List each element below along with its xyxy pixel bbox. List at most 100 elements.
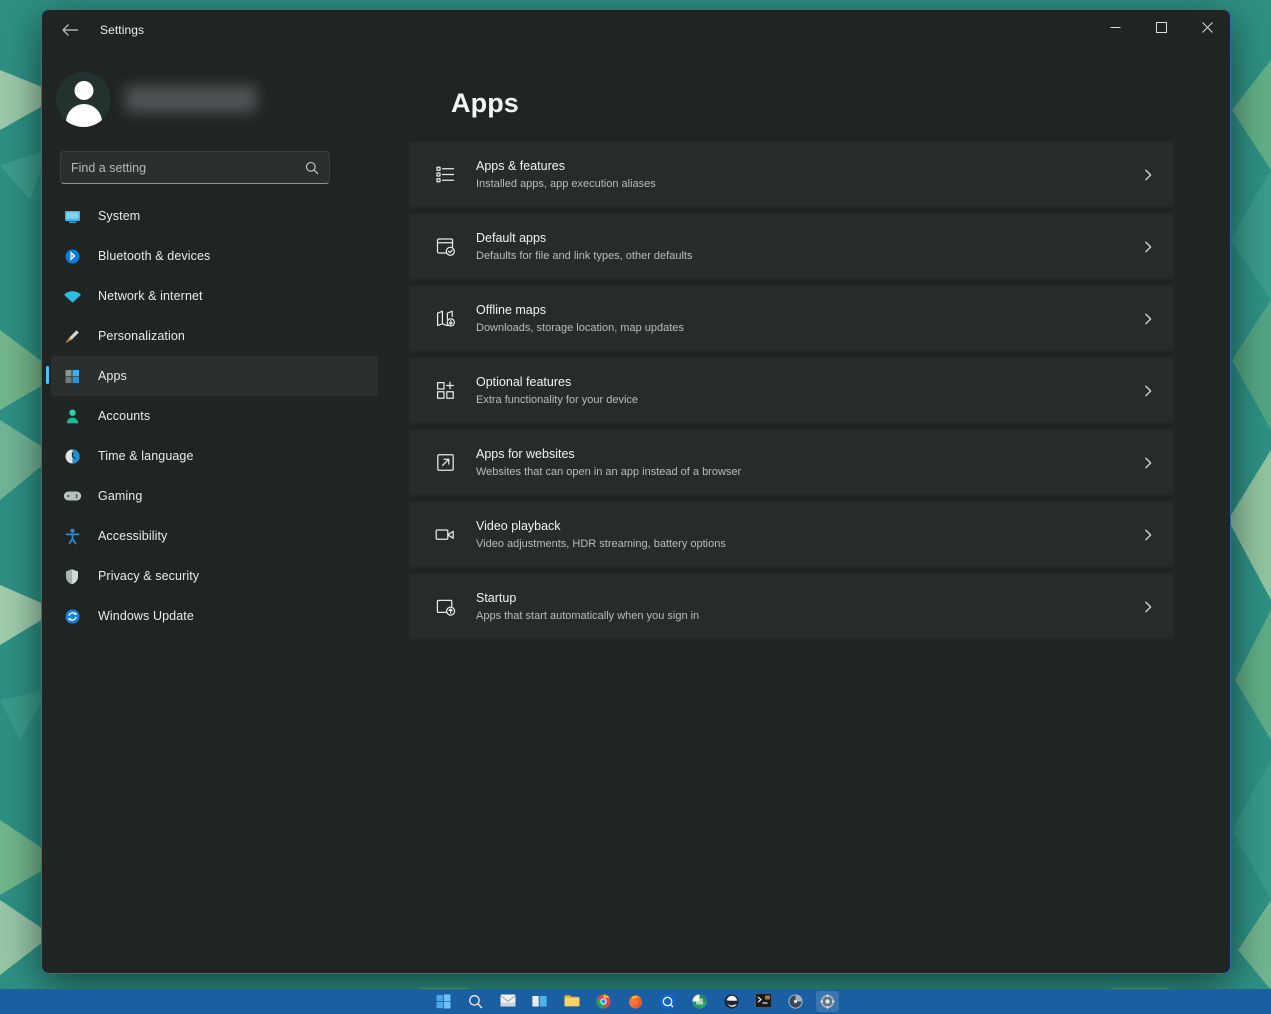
terminal-icon bbox=[755, 993, 772, 1010]
video-camera-icon bbox=[425, 524, 465, 545]
back-button[interactable] bbox=[53, 15, 87, 45]
sidebar-item-label: Time & language bbox=[98, 449, 194, 463]
chrome-icon bbox=[595, 993, 612, 1010]
sidebar-item-label: Bluetooth & devices bbox=[98, 249, 211, 263]
excel-taskbar-button[interactable] bbox=[688, 991, 711, 1012]
settings-card-apps-for-websites[interactable]: Apps for websites Websites that can open … bbox=[409, 430, 1174, 495]
sidebar-item-label: Accessibility bbox=[98, 529, 168, 543]
sidebar: System Bluetooth & devices Network & inter… bbox=[42, 50, 387, 973]
maximize-button[interactable] bbox=[1138, 10, 1184, 44]
sidebar-item-windows-update[interactable]: Windows Update bbox=[51, 596, 378, 636]
sidebar-nav-list: System Bluetooth & devices Network & inter… bbox=[42, 196, 387, 636]
wifi-icon bbox=[62, 286, 82, 306]
widgets-icon bbox=[531, 994, 548, 1010]
account-name-redacted bbox=[125, 86, 257, 112]
settings-taskbar-button[interactable] bbox=[816, 991, 839, 1012]
widgets-taskbar-button[interactable] bbox=[528, 991, 551, 1012]
sidebar-item-gaming[interactable]: Gaming bbox=[51, 476, 378, 516]
card-title: Apps for websites bbox=[476, 446, 575, 461]
sidebar-item-accessibility[interactable]: Accessibility bbox=[51, 516, 378, 556]
settings-card-optional-features[interactable]: Optional features Extra functionality for… bbox=[409, 358, 1174, 423]
file-explorer-taskbar-button[interactable] bbox=[560, 991, 583, 1012]
apps-grid-icon bbox=[62, 366, 82, 386]
settings-window: Settings Find a setting System Bluetooth… bbox=[41, 9, 1231, 974]
search-input[interactable] bbox=[71, 160, 305, 175]
edge-taskbar-button[interactable] bbox=[720, 991, 743, 1012]
windows-logo-icon bbox=[436, 993, 452, 1010]
back-arrow-icon bbox=[62, 24, 78, 36]
search-box[interactable] bbox=[60, 151, 330, 184]
start-button[interactable] bbox=[432, 991, 455, 1012]
monitor-icon bbox=[62, 206, 82, 226]
card-subtitle: Apps that start automatically when you s… bbox=[476, 609, 700, 622]
search-taskbar-button[interactable] bbox=[464, 991, 487, 1012]
card-title: Optional features bbox=[476, 374, 572, 389]
account-row[interactable] bbox=[42, 67, 387, 131]
paintbrush-icon bbox=[62, 326, 82, 346]
chevron-right-icon[interactable] bbox=[1136, 528, 1160, 542]
edge-dark-icon bbox=[724, 994, 740, 1010]
card-title: Startup bbox=[476, 590, 517, 605]
sidebar-item-bluetooth-devices[interactable]: Bluetooth & devices bbox=[51, 236, 378, 276]
close-button[interactable] bbox=[1184, 10, 1230, 44]
refresh-icon bbox=[62, 606, 82, 626]
search-icon bbox=[305, 161, 319, 175]
page-title: Apps bbox=[451, 88, 519, 118]
sidebar-item-time-language[interactable]: Time & language bbox=[51, 436, 378, 476]
startup-icon bbox=[425, 596, 465, 617]
card-subtitle: Extra functionality for your device bbox=[476, 393, 639, 406]
taskbar bbox=[0, 989, 1271, 1014]
settings-gear-icon bbox=[819, 993, 836, 1010]
sidebar-item-system[interactable]: System bbox=[51, 196, 378, 236]
window-controls bbox=[1092, 10, 1230, 50]
card-title: Offline maps bbox=[476, 302, 546, 317]
firefox-taskbar-button[interactable] bbox=[624, 991, 647, 1012]
cortana-taskbar-button[interactable] bbox=[656, 991, 679, 1012]
close-icon bbox=[1201, 21, 1213, 33]
sidebar-item-label: Network & internet bbox=[98, 289, 203, 303]
chevron-right-icon[interactable] bbox=[1136, 240, 1160, 254]
settings-card-default-apps[interactable]: Default apps Defaults for file and link t… bbox=[409, 214, 1174, 279]
person-icon bbox=[62, 406, 82, 426]
card-subtitle: Defaults for file and link types, other … bbox=[476, 249, 693, 262]
media-taskbar-button[interactable] bbox=[784, 991, 807, 1012]
settings-card-apps-features[interactable]: Apps & features Installed apps, app execu… bbox=[409, 142, 1174, 207]
chevron-right-icon[interactable] bbox=[1136, 456, 1160, 470]
terminal-taskbar-button[interactable] bbox=[752, 991, 775, 1012]
chevron-right-icon[interactable] bbox=[1136, 600, 1160, 614]
sidebar-item-accounts[interactable]: Accounts bbox=[51, 396, 378, 436]
list-icon bbox=[425, 164, 465, 185]
settings-card-startup[interactable]: Startup Apps that start automatically whe… bbox=[409, 574, 1174, 639]
avatar bbox=[56, 71, 111, 127]
card-text: Apps & features Installed apps, app execu… bbox=[465, 157, 1136, 193]
card-subtitle: Websites that can open in an app instead… bbox=[476, 465, 742, 478]
chevron-right-icon[interactable] bbox=[1136, 384, 1160, 398]
external-link-icon bbox=[425, 452, 465, 473]
settings-card-offline-maps[interactable]: Offline maps Downloads, storage location,… bbox=[409, 286, 1174, 351]
chevron-right-icon[interactable] bbox=[1136, 168, 1160, 182]
search-circle-icon bbox=[468, 994, 484, 1010]
card-title: Apps & features bbox=[476, 158, 565, 173]
sidebar-item-apps[interactable]: Apps bbox=[46, 356, 378, 396]
minimize-button[interactable] bbox=[1092, 10, 1138, 44]
card-text: Startup Apps that start automatically whe… bbox=[465, 589, 1136, 625]
settings-card-video-playback[interactable]: Video playback Video adjustments, HDR str… bbox=[409, 502, 1174, 567]
card-text: Optional features Extra functionality for… bbox=[465, 373, 1136, 409]
sidebar-item-label: Gaming bbox=[98, 489, 143, 503]
card-title: Video playback bbox=[476, 518, 561, 533]
avatar-head bbox=[74, 80, 93, 100]
map-download-icon bbox=[425, 308, 465, 329]
card-title: Default apps bbox=[476, 230, 547, 245]
sidebar-item-personalization[interactable]: Personalization bbox=[51, 316, 378, 356]
sidebar-item-label: Personalization bbox=[98, 329, 185, 343]
sidebar-item-network-internet[interactable]: Network & internet bbox=[51, 276, 378, 316]
chevron-right-icon[interactable] bbox=[1136, 312, 1160, 326]
card-text: Apps for websites Websites that can open … bbox=[465, 445, 1136, 481]
sidebar-item-label: System bbox=[98, 209, 141, 223]
sidebar-item-privacy-security[interactable]: Privacy & security bbox=[51, 556, 378, 596]
title-bar: Settings bbox=[42, 10, 1230, 50]
mail-taskbar-button[interactable] bbox=[496, 991, 519, 1012]
maximize-icon bbox=[1155, 21, 1167, 33]
chrome-taskbar-button[interactable] bbox=[592, 991, 615, 1012]
cortana-icon bbox=[659, 993, 676, 1010]
